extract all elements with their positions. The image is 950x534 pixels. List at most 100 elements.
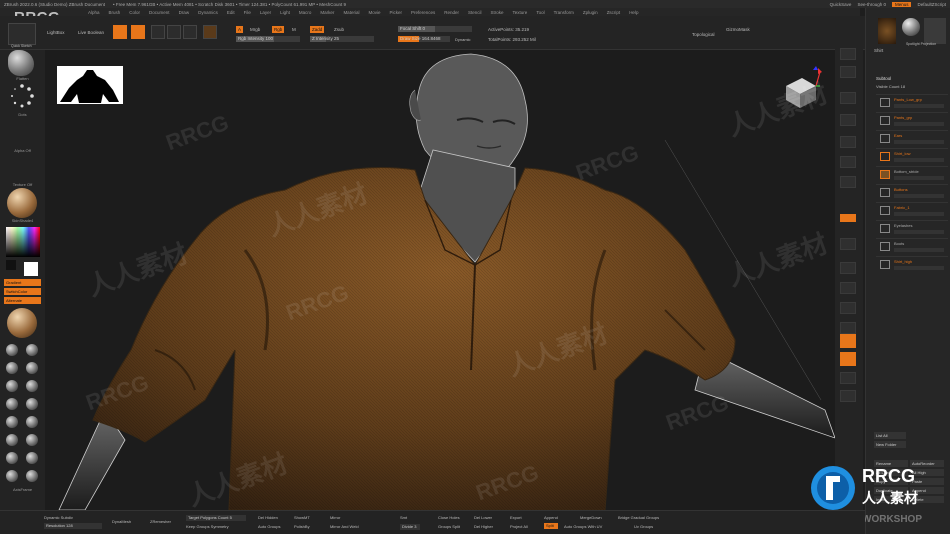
aahalf-button[interactable] [840,156,856,168]
close-holes-button[interactable]: Close Holes [438,515,460,520]
subtool-controls[interactable] [894,104,944,108]
rgb-intensity-slider[interactable]: Rgb Intensity 100 [236,36,300,42]
seethrough-slider[interactable]: See-through 0 [857,2,886,7]
showmt-button[interactable]: ShowMT [294,515,310,520]
tool-extra-1-icon[interactable] [6,452,18,464]
project-all-button[interactable]: Project All [510,524,528,529]
subtool-controls[interactable] [894,248,944,252]
menu-item[interactable]: Preferences [411,10,435,15]
auto-groups-uv-button[interactable]: Auto Groups With UV [564,524,602,529]
smt-button[interactable]: Smt [400,515,407,520]
subtool-controls[interactable] [894,230,944,234]
menu-item[interactable]: Document [149,10,170,15]
brush-flatten-icon[interactable] [8,50,34,76]
tool-thumbnail-sphere[interactable] [902,18,920,36]
spix-button[interactable] [840,66,856,78]
subtool-row[interactable]: Buttons [876,184,948,202]
rotate-mode-button[interactable] [183,25,197,39]
tool-thumbnail-shirt[interactable] [878,18,896,44]
draw-mode-button[interactable] [131,25,145,39]
a-toggle[interactable]: A [236,26,244,33]
dynamic-toggle[interactable]: Dynamic [455,37,471,42]
rgb-toggle[interactable]: Rgb [272,26,285,33]
menu-item[interactable]: Stencil [468,10,482,15]
subtool-row[interactable]: Boots [876,238,948,256]
persp-button[interactable] [840,176,856,188]
menu-item[interactable]: Alpha [88,10,100,15]
target-polygons-slider[interactable]: Target Polygons Count 5 [186,515,246,521]
quick-sketch-button[interactable] [8,23,36,45]
material-skinshade-icon[interactable] [7,188,37,218]
ghost-button[interactable] [840,372,856,384]
subtool-controls[interactable] [894,266,944,270]
menu-item[interactable]: Tool [536,10,544,15]
color-picker[interactable] [6,227,40,257]
menu-item[interactable]: Marker [320,10,334,15]
material-preview-icon[interactable] [7,308,37,338]
append-button[interactable]: Append [544,515,558,520]
tool-pinch-icon[interactable] [6,398,18,410]
tool-smooth-icon[interactable] [6,434,18,446]
groups-split-button[interactable]: Groups Split [438,524,460,529]
tool-standard-icon[interactable] [6,344,18,356]
subtool-row[interactable]: Shirt_high [876,256,948,274]
rotate-view-button[interactable] [840,322,856,334]
zsub-toggle[interactable]: Zsub [334,27,344,32]
resolution-slider[interactable]: Resolution 128 [44,523,102,529]
subtool-row[interactable]: Pants_Low_grp [876,94,948,112]
subtool-controls[interactable] [894,122,944,126]
mirror-and-weld-button[interactable]: Mirror And Weld [330,524,359,529]
subtool-controls[interactable] [894,140,944,144]
zoom3d-button[interactable] [840,302,856,314]
merge-down-button[interactable]: MergeDown [580,515,602,520]
zoom-button[interactable] [840,114,856,126]
tool-snakehook-icon[interactable] [6,416,18,428]
gradient-toggle[interactable]: Gradient [4,279,41,286]
del-hidden-button[interactable]: Del Hidden [258,515,278,520]
actual-button[interactable] [840,136,856,148]
canvas-viewport[interactable]: RRCG 人人素材 RRCG 人人素材 人人素材 RRCG 人人素材 RRCG … [45,50,835,510]
subtool-row[interactable]: Pants_grp [876,112,948,130]
menu-item[interactable]: Zplugin [583,10,598,15]
tool-damstandard-icon[interactable] [26,416,38,428]
edit-mode-button[interactable] [113,25,127,39]
menu-item[interactable]: Color [129,10,140,15]
menu-item[interactable]: Zscript [607,10,621,15]
mrgb-toggle[interactable]: Mrgb [250,27,260,32]
tool-standard-2-icon[interactable] [26,344,38,356]
default-zscript-button[interactable]: DefaultZScript [917,2,946,7]
export-button[interactable]: Export [510,515,522,520]
draw-size-slider[interactable]: Draw Size 164.8468 [398,36,450,42]
tool-extra-3-icon[interactable] [6,470,18,482]
subtool-row[interactable]: Shirt_low [876,148,948,166]
polish-button[interactable]: PolishBy [294,524,310,529]
bridge-button[interactable]: Bridge Gradual Groups [618,515,659,520]
scale-mode-button[interactable] [167,25,181,39]
del-higher-button[interactable]: Del Higher [474,524,493,529]
solo-button[interactable] [840,390,856,402]
zremesher-button[interactable]: ZRemesher [150,519,171,524]
local-button[interactable] [840,238,856,250]
bpr-button[interactable] [840,48,856,60]
mirror-button[interactable]: Mirror [330,515,340,520]
subtool-row[interactable]: Fabric_1 [876,202,948,220]
dynamesh-button[interactable]: DynaMesh [112,519,131,524]
secondary-color-swatch[interactable] [24,262,38,276]
quicksave-button[interactable]: QuickSave [830,2,852,7]
menu-item[interactable]: Help [629,10,638,15]
transp-button[interactable] [840,352,856,366]
texture-off-label[interactable]: Texture Off [0,182,45,187]
menu-item[interactable]: Stroke [491,10,504,15]
menu-item[interactable]: Picker [389,10,402,15]
main-color-swatch[interactable] [6,260,16,270]
new-folder-button[interactable]: New Folder [874,441,906,448]
menu-item[interactable]: Transform [554,10,574,15]
keep-groups-toggle[interactable]: Keep Groups Symmetry [186,524,229,529]
live-boolean-button[interactable]: Live Boolean [78,30,104,35]
move-mode-button[interactable] [151,25,165,39]
menu-item[interactable]: Dynamics [198,10,218,15]
subtool-row[interactable]: Bottom_stride [876,166,948,184]
topological-toggle[interactable]: Topological [692,32,715,37]
menu-item[interactable]: Movie [368,10,380,15]
menu-item[interactable]: Layer [260,10,271,15]
